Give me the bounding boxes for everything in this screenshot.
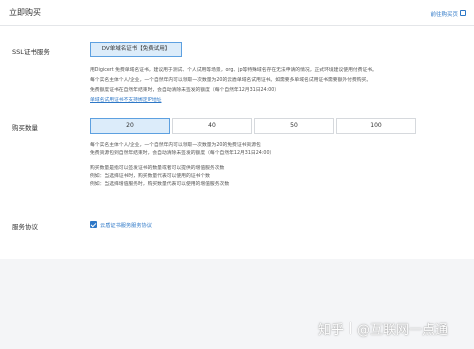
ssl-service-label: SSL证书服务: [12, 48, 50, 56]
ssl-desc-line: 每个实名主体个人/企业，一个自然年内可以领取一次数量为20的云盾单域名试用证书。…: [90, 78, 372, 83]
zhihu-logo: 知乎: [318, 322, 345, 338]
agreement-checkbox[interactable]: [90, 221, 97, 228]
quantity-desc-line: 免费资源包到自然年结束时，会自动清除未签发的额度（每个自然年12月31日24:0…: [90, 151, 275, 156]
agreement-link[interactable]: 云盾证书服务服务协议: [100, 222, 152, 229]
quantity-option-100[interactable]: 100: [336, 118, 416, 134]
quantity-note-line: 例如：当选择证书时，购买数量代表可以使用的证书个数: [90, 174, 210, 179]
watermark: 知乎 @互联网一点通: [318, 316, 468, 340]
page-header: 立即购买 前往购买页: [0, 0, 474, 26]
quantity-option-40[interactable]: 40: [172, 118, 252, 134]
quantity-option-20[interactable]: 20: [90, 118, 170, 134]
purchase-form: SSL证书服务 DV单域名证书【免费试用】 用Digicert 免费单域名证书，…: [0, 26, 474, 259]
watermark-divider: [350, 322, 352, 334]
agreement-label: 服务协议: [12, 223, 38, 231]
watermark-author: @互联网一点通: [357, 322, 449, 338]
quantity-label: 购买数量: [12, 124, 38, 132]
goto-purchase-link[interactable]: 前往购买页: [430, 10, 458, 18]
external-link-icon[interactable]: [460, 10, 466, 16]
quantity-note-line: 购买数量是指可以签发证书的数量或者可以提供的增值服务次数: [90, 166, 225, 171]
quantity-note-line: 例如：当选择增值服务时，购买数量代表可以使用的增值服务次数: [90, 182, 230, 187]
purchase-page: 立即购买 前往购买页 SSL证书服务 DV单域名证书【免费试用】 用Digice…: [0, 0, 474, 349]
dv-free-trial-option[interactable]: DV单域名证书【免费试用】: [90, 42, 182, 57]
ssl-desc-line: 免费额度证书在自然年结束时，会自动清除未签发的额度（每个自然年12月31日24:…: [90, 88, 280, 93]
page-title: 立即购买: [9, 8, 41, 17]
quantity-desc-line: 每个实名主体个人/企业，一个自然年内可以领取一次数量为20的免费证书资源包: [90, 143, 261, 148]
ip-binding-note-link[interactable]: 单域名试用证书不支持绑定IP地址: [90, 98, 161, 105]
ssl-desc-line: 用Digicert 免费单域名证书，建议用于测试、个人试用等场景，org、jp等…: [90, 68, 377, 73]
quantity-option-50[interactable]: 50: [254, 118, 334, 134]
